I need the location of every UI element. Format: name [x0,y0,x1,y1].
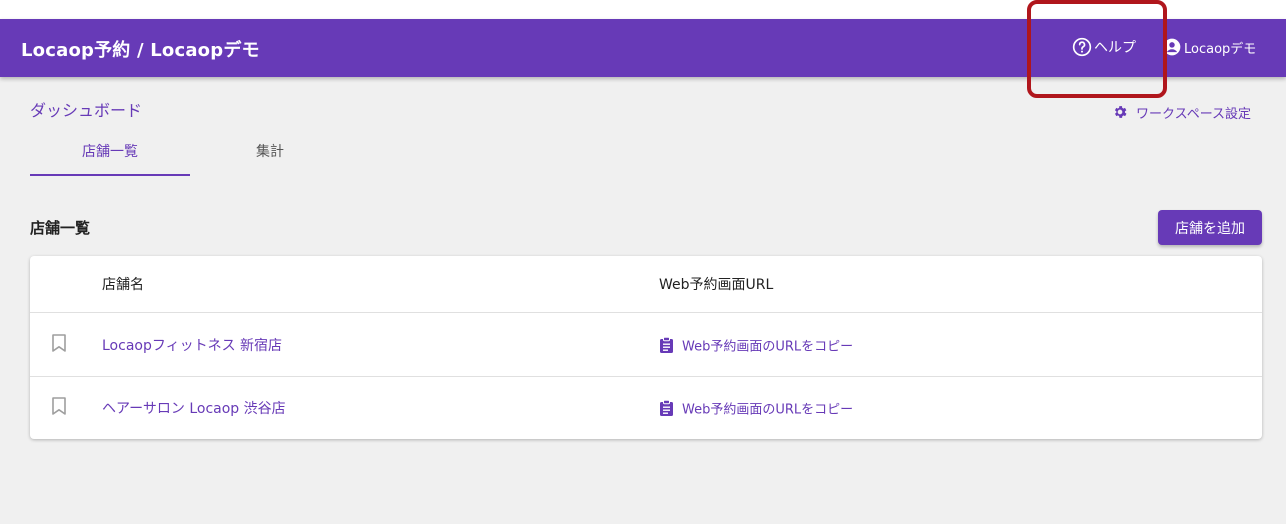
table-row: ヘアーサロン Locaop 渋谷店 Web予約画面のURLをコピー [30,377,1262,439]
store-table: 店舗名 Web予約画面URL Locaopフィットネス 新宿店 Web予約画面の… [30,256,1262,439]
copy-url-button[interactable]: Web予約画面のURLをコピー [659,335,853,354]
tab-store-list[interactable]: 店舗一覧 [30,128,190,176]
section-title: 店舗一覧 [30,219,91,237]
account-button[interactable]: Locaopデモ [1162,36,1256,58]
top-strip [0,0,1286,19]
gear-icon [1114,106,1127,118]
help-label: ヘルプ [1094,40,1136,56]
copy-url-button[interactable]: Web予約画面のURLをコピー [659,399,853,418]
copy-url-label: Web予約画面のURLをコピー [682,402,854,418]
column-header-store-name: 店舗名 [102,277,144,293]
help-circle-icon [1072,37,1092,57]
tab-summary[interactable]: 集計 [190,128,350,174]
workspace-settings-link[interactable]: ワークスペース設定 [1112,102,1251,122]
column-header-url: Web予約画面URL [659,277,774,293]
app-title: Locaop予約 / Locaopデモ [21,40,260,61]
clipboard-icon [660,336,673,353]
clipboard-icon [660,399,673,416]
bookmark-outline-icon[interactable] [50,396,68,420]
app-bar: Locaop予約 / Locaopデモ ヘルプ Locaopデモ [0,19,1286,77]
store-name-link[interactable]: ヘアーサロン Locaop 渋谷店 [102,398,286,418]
account-circle-icon [1163,38,1181,56]
help-button[interactable]: ヘルプ [1072,36,1136,58]
bookmark-outline-icon[interactable] [50,333,68,357]
workspace-settings-label: ワークスペース設定 [1136,106,1252,122]
copy-url-label: Web予約画面のURLをコピー [682,339,854,354]
tab-bar: 店舗一覧 集計 [30,128,350,176]
table-row: Locaopフィットネス 新宿店 Web予約画面のURLをコピー [30,313,1262,377]
account-label: Locaopデモ [1184,41,1257,57]
table-header-row: 店舗名 Web予約画面URL [30,256,1262,313]
page-title: ダッシュボード [30,101,143,120]
add-store-button[interactable]: 店舗を追加 [1158,210,1262,245]
store-name-link[interactable]: Locaopフィットネス 新宿店 [102,335,282,355]
